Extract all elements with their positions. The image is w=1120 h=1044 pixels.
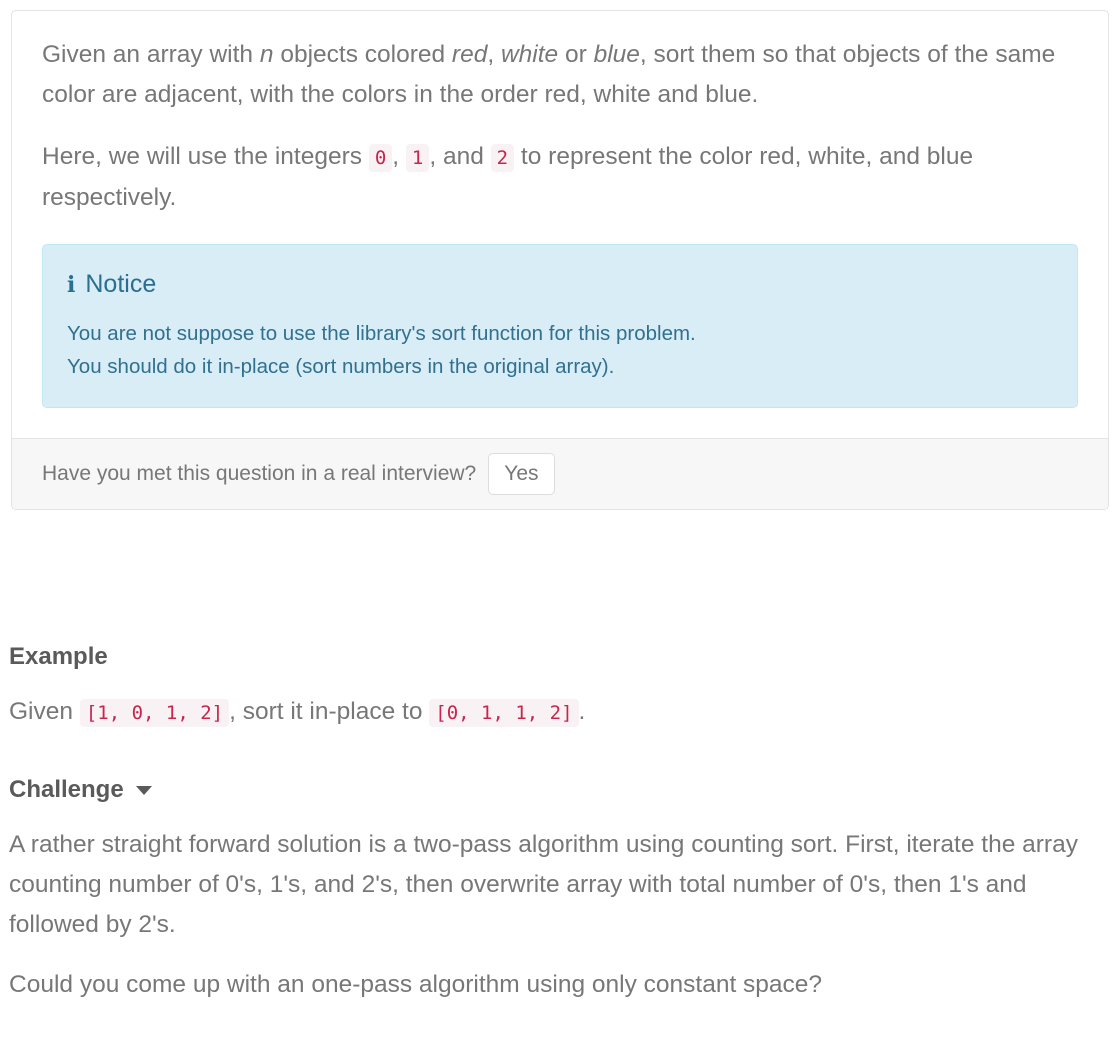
code-badge-two: 2 bbox=[490, 144, 515, 172]
info-icon: i bbox=[67, 272, 76, 298]
interview-question-label: Have you met this question in a real int… bbox=[42, 462, 477, 485]
desc-p1-emphasis-red: red bbox=[451, 41, 488, 68]
example-paragraph: Given [1, 0, 1, 2], sort it in-place to … bbox=[9, 692, 1111, 733]
desc-p1-text-1: Given an array with bbox=[42, 41, 260, 68]
example-text-1: Given bbox=[9, 698, 80, 725]
desc-p1-text-2: objects colored bbox=[273, 41, 452, 68]
notice-body: You are not suppose to use the library's… bbox=[67, 317, 1053, 383]
description-paragraph-1: Given an array with n objects colored re… bbox=[42, 35, 1078, 115]
desc-p1-text-3: , bbox=[487, 41, 501, 68]
description-paragraph-2: Here, we will use the integers 0, 1, and… bbox=[42, 137, 1078, 218]
challenge-paragraph-1: A rather straight forward solution is a … bbox=[9, 831, 1078, 938]
challenge-heading-label: Challenge bbox=[9, 776, 124, 803]
problem-description-page: Given an array with n objects colored re… bbox=[0, 0, 1120, 1044]
challenge-heading[interactable]: Challenge bbox=[9, 775, 1111, 805]
desc-p1-emphasis-blue: blue bbox=[593, 41, 640, 68]
desc-p2-text-1: Here, we will use the integers bbox=[42, 143, 369, 170]
code-badge-one: 1 bbox=[405, 144, 430, 172]
desc-p1-text-4: or bbox=[558, 41, 594, 68]
notice-box: i Notice You are not suppose to use the … bbox=[42, 244, 1078, 408]
desc-p2-text-2: , bbox=[392, 143, 406, 170]
notice-line-1: You are not suppose to use the library's… bbox=[67, 322, 696, 345]
code-badge-input-array: [1, 0, 1, 2] bbox=[79, 699, 230, 727]
example-text-3: . bbox=[578, 698, 586, 725]
notice-line-2: You should do it in-place (sort numbers … bbox=[67, 355, 615, 378]
yes-button[interactable]: Yes bbox=[488, 453, 555, 495]
desc-p1-emphasis-n: n bbox=[259, 41, 274, 68]
code-badge-output-array: [0, 1, 1, 2] bbox=[429, 699, 579, 727]
code-badge-zero: 0 bbox=[368, 144, 393, 172]
notice-title-label: Notice bbox=[85, 270, 157, 298]
problem-panel: Given an array with n objects colored re… bbox=[11, 10, 1109, 510]
desc-p1-emphasis-white: white bbox=[500, 41, 559, 68]
chevron-down-icon[interactable] bbox=[135, 785, 152, 795]
problem-panel-footer: Have you met this question in a real int… bbox=[12, 438, 1108, 509]
example-heading: Example bbox=[9, 643, 108, 670]
desc-p2-text-3: , and bbox=[429, 143, 491, 170]
problem-panel-body: Given an array with n objects colored re… bbox=[12, 11, 1108, 438]
example-text-2: , sort it in-place to bbox=[229, 698, 430, 725]
notice-title: i Notice bbox=[67, 267, 1053, 301]
challenge-paragraph-2: Could you come up with an one-pass algor… bbox=[9, 971, 823, 998]
example-section: Example Given [1, 0, 1, 2], sort it in-p… bbox=[0, 598, 1120, 1025]
